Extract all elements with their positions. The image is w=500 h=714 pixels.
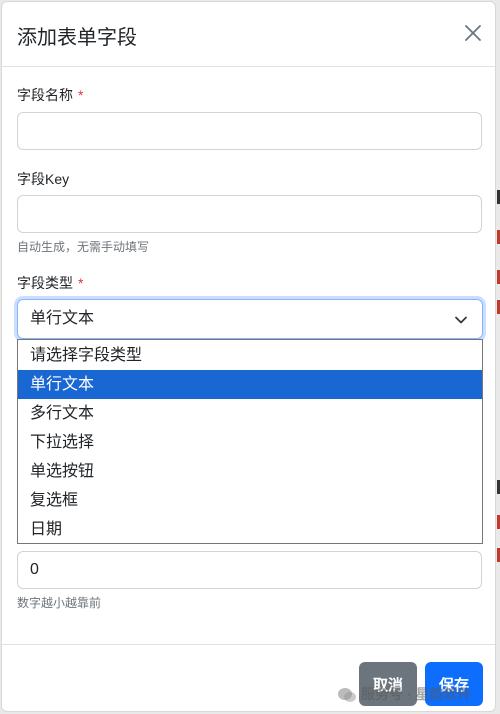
field-name-label: 字段名称 *: [17, 85, 83, 105]
watermark: 服务号 · 星韵软件: [337, 684, 471, 704]
wechat-icon: [338, 688, 356, 703]
field-name-input[interactable]: [17, 112, 482, 150]
field-type-option[interactable]: 日期: [18, 515, 482, 544]
field-type-label: 字段类型 *: [17, 273, 83, 293]
field-key-label: 字段Key: [17, 171, 70, 187]
field-type-dropdown: 请选择字段类型 单行文本 多行文本 下拉选择 单选按钮 复选框 日期: [17, 339, 483, 544]
chevron-down-icon: [455, 316, 467, 324]
required-mark: *: [78, 87, 84, 103]
field-type-option[interactable]: 下拉选择: [18, 428, 482, 457]
field-type-option[interactable]: 单行文本: [18, 370, 482, 399]
watermark-text: 服务号 · 星韵软件: [361, 686, 472, 702]
field-type-option[interactable]: 单选按钮: [18, 457, 482, 486]
field-type-selected-value: 单行文本: [30, 310, 95, 327]
field-type-option[interactable]: 复选框: [18, 486, 482, 515]
modal-title: 添加表单字段: [17, 27, 137, 49]
modal-header: 添加表单字段: [2, 2, 495, 67]
field-key-help: 自动生成，无需手动填写: [17, 240, 150, 254]
field-type-option[interactable]: 请选择字段类型: [18, 340, 482, 370]
sort-order-input[interactable]: [17, 551, 482, 589]
field-type-option[interactable]: 多行文本: [18, 399, 482, 428]
sort-order-help: 数字越小越靠前: [17, 596, 102, 610]
field-type-label-text: 字段类型: [17, 275, 73, 291]
field-key-input[interactable]: [17, 195, 482, 233]
field-name-label-text: 字段名称: [17, 87, 73, 103]
close-icon: [465, 25, 481, 41]
close-button[interactable]: [462, 22, 484, 44]
add-form-field-modal: 添加表单字段 字段名称 * 字段Key 自动生成，无需手动填写 字段类型 * 单行文…: [1, 1, 496, 712]
required-mark: *: [78, 275, 84, 291]
field-type-select[interactable]: 单行文本: [17, 299, 483, 339]
